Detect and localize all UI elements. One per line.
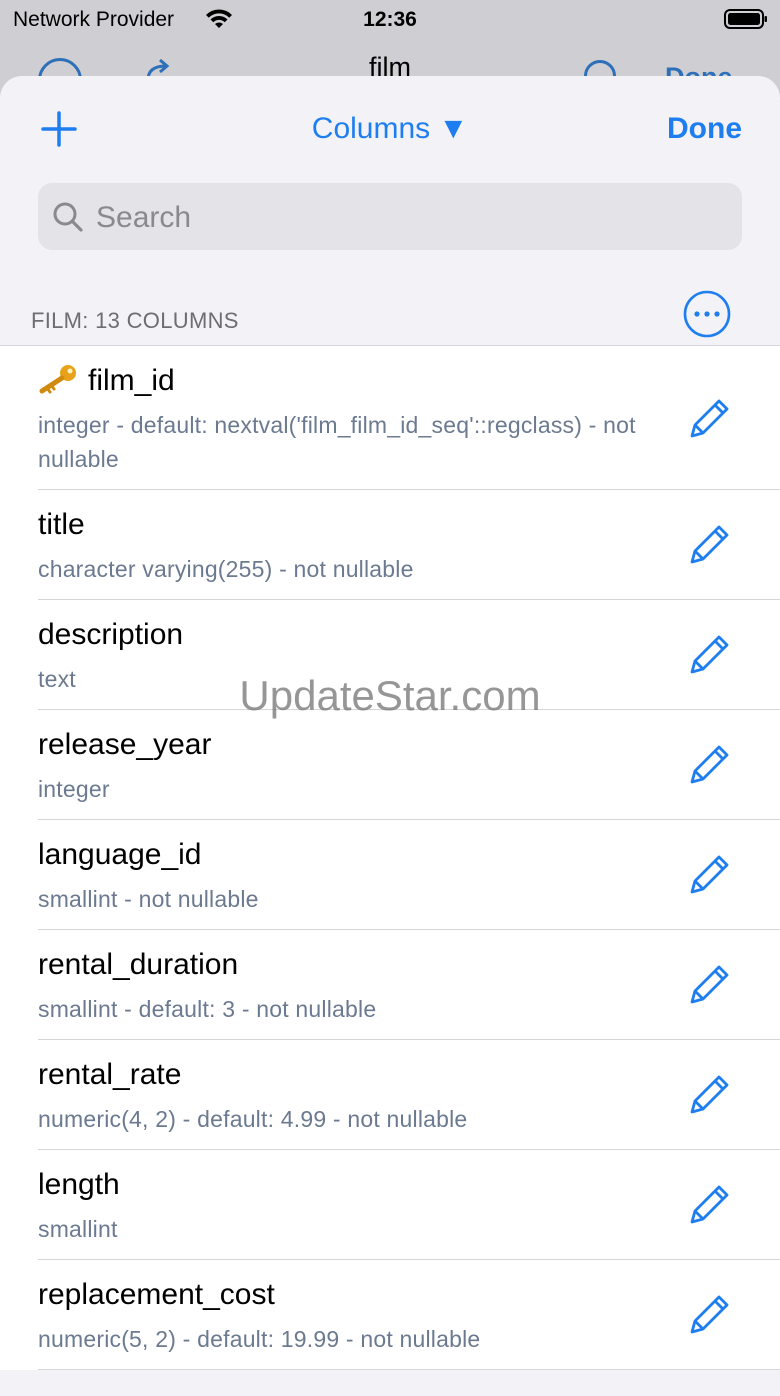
column-detail: text [38,666,76,692]
pencil-icon[interactable] [686,960,734,1008]
column-name: replacement_cost [38,1278,275,1311]
column-name: rental_duration [38,948,239,981]
column-detail: smallint - default: 3 - not nullable [38,996,377,1022]
column-detail: numeric(5, 2) - default: 19.99 - not nul… [38,1326,481,1352]
column-row[interactable]: length smallint [0,1150,780,1260]
columns-selector-button[interactable]: Columns ▼ [312,112,468,145]
column-list: film_id integer - default: nextval('film… [0,345,780,1370]
column-row[interactable]: release_year integer [0,710,780,820]
column-detail: character varying(255) - not nullable [38,556,414,582]
search-input[interactable] [94,183,728,252]
section-header: FILM: 13 COLUMNS [31,308,239,333]
column-name: release_year [38,728,212,761]
column-row[interactable]: language_id smallint - not nullable [0,820,780,930]
pencil-icon[interactable] [686,394,734,442]
column-detail: integer - default: nextval('film_film_id… [38,412,636,472]
pencil-icon[interactable] [686,850,734,898]
ellipsis-circle-icon[interactable] [683,290,731,338]
column-name: language_id [38,838,202,871]
pencil-icon[interactable] [686,1180,734,1228]
column-row[interactable]: rental_duration smallint - default: 3 - … [0,930,780,1040]
pencil-icon[interactable] [686,520,734,568]
status-time: 12:36 [363,8,417,31]
column-row[interactable]: rental_rate numeric(4, 2) - default: 4.9… [0,1040,780,1150]
key-icon [39,365,76,394]
search-icon [53,202,83,232]
column-row[interactable]: film_id integer - default: nextval('film… [0,346,780,490]
pencil-icon[interactable] [686,1290,734,1338]
column-row[interactable]: replacement_cost numeric(5, 2) - default… [0,1260,780,1370]
search-bar[interactable] [38,183,742,252]
battery-icon [724,9,767,29]
column-detail: smallint [38,1216,118,1242]
column-detail: numeric(4, 2) - default: 4.99 - not null… [38,1106,468,1132]
pencil-icon[interactable] [686,1070,734,1118]
column-detail: smallint - not nullable [38,886,259,912]
column-name: film_id [88,364,175,397]
columns-sheet: Columns ▼ Done FILM: 13 COLUMNS film_id [0,76,780,1396]
column-row[interactable]: title character varying(255) - not nulla… [0,490,780,600]
status-bar: Network Provider 12:36 [0,0,780,44]
pencil-icon[interactable] [686,740,734,788]
column-detail: integer [38,776,110,802]
column-name: length [38,1168,120,1201]
pencil-icon[interactable] [686,630,734,678]
column-name: description [38,618,184,651]
done-button[interactable]: Done [667,112,742,146]
column-row[interactable]: description text [0,600,780,710]
column-name: rental_rate [38,1058,182,1091]
plus-icon[interactable] [40,110,78,148]
column-name: title [38,508,85,541]
sheet-header: Columns ▼ Done [0,76,780,176]
